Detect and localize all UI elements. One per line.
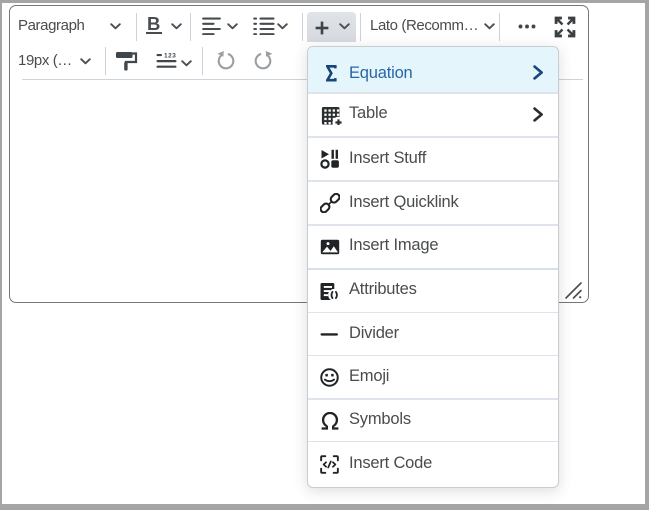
svg-text:123: 123 — [164, 53, 176, 59]
